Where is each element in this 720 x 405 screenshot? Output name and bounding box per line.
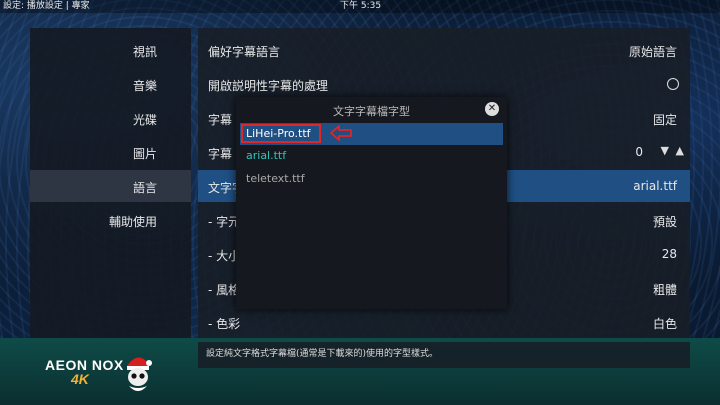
setting-value: 預設 — [652, 215, 677, 229]
sidebar-item-label: 音樂 — [132, 79, 157, 93]
sidebar-item-music[interactable]: 音樂 — [30, 68, 191, 100]
skull-santa-icon — [127, 357, 152, 391]
setting-row-preferred-subtitle-language[interactable]: 偏好字幕語言 原始語言 — [198, 34, 690, 66]
font-option-label: LiHei-Pro.ttf — [246, 127, 311, 140]
setting-description: 設定純文字格式字幕檔(通常是下載來的)使用的字型樣式。 — [198, 342, 690, 368]
sidebar-item-pictures[interactable]: 圖片 — [30, 136, 191, 168]
sidebar-item-label: 圖片 — [132, 147, 157, 161]
font-select-dialog: 文字字幕檔字型 ✕ LiHei-Pro.ttf arial.ttf telete… — [236, 97, 507, 309]
setting-value: 白色 — [652, 317, 677, 331]
sidebar-item-label: 語言 — [132, 181, 157, 195]
sidebar: 視訊 音樂 光碟 圖片 語言 輔助使用 — [30, 28, 191, 338]
sidebar-item-label: 光碟 — [132, 113, 157, 127]
setting-label: - 色彩 — [208, 317, 241, 331]
setting-value: 粗體 — [652, 283, 677, 297]
aeon-nox-logo: AEON NOX 4K — [45, 352, 165, 397]
top-bar: 設定: 播放設定 | 專家 下午 5:35 — [0, 0, 720, 13]
setting-label: 開啟説明性字幕的處理 — [208, 79, 329, 93]
setting-value: 固定 — [652, 113, 677, 127]
setting-value: 原始語言 — [628, 45, 677, 59]
logo-sub: 4K — [71, 371, 89, 387]
font-option-label: teletext.ttf — [246, 172, 305, 185]
sidebar-item-accessibility[interactable]: 輔助使用 — [30, 204, 191, 236]
font-option-teletext[interactable]: teletext.ttf — [240, 168, 503, 190]
setting-row-color[interactable]: - 色彩 白色 — [198, 306, 690, 338]
setting-label: 字幕 — [208, 147, 233, 161]
description-text: 設定純文字格式字幕檔(通常是下載來的)使用的字型樣式。 — [206, 349, 439, 359]
setting-label: 偏好字幕語言 — [208, 45, 281, 59]
sidebar-item-video[interactable]: 視訊 — [30, 34, 191, 66]
setting-value: 0 — [635, 145, 643, 159]
setting-row-descriptive-subtitles[interactable]: 開啟説明性字幕的處理 — [198, 68, 690, 100]
sidebar-item-disc[interactable]: 光碟 — [30, 102, 191, 134]
sidebar-item-label: 視訊 — [132, 45, 157, 59]
font-option-label: arial.ttf — [246, 149, 287, 162]
setting-label: 字幕 — [208, 113, 233, 127]
sidebar-item-label: 輔助使用 — [108, 215, 157, 229]
dialog-title: 文字字幕檔字型 — [333, 105, 410, 118]
spinner-up-icon[interactable]: ▲ — [676, 144, 684, 157]
breadcrumb: 設定: 播放設定 | 專家 — [3, 1, 90, 11]
radio-icon[interactable] — [667, 78, 679, 90]
font-option-lihei-pro[interactable]: LiHei-Pro.ttf — [240, 123, 503, 145]
sidebar-item-language[interactable]: 語言 — [30, 170, 191, 202]
close-icon[interactable]: ✕ — [485, 102, 499, 116]
clock: 下午 5:35 — [340, 1, 382, 11]
setting-value: 28 — [661, 247, 677, 261]
font-option-arial[interactable]: arial.ttf — [240, 145, 503, 167]
spinner-down-icon[interactable]: ▼ — [661, 144, 669, 157]
setting-value: arial.ttf — [633, 179, 677, 193]
annotation-arrow-icon — [330, 125, 352, 141]
